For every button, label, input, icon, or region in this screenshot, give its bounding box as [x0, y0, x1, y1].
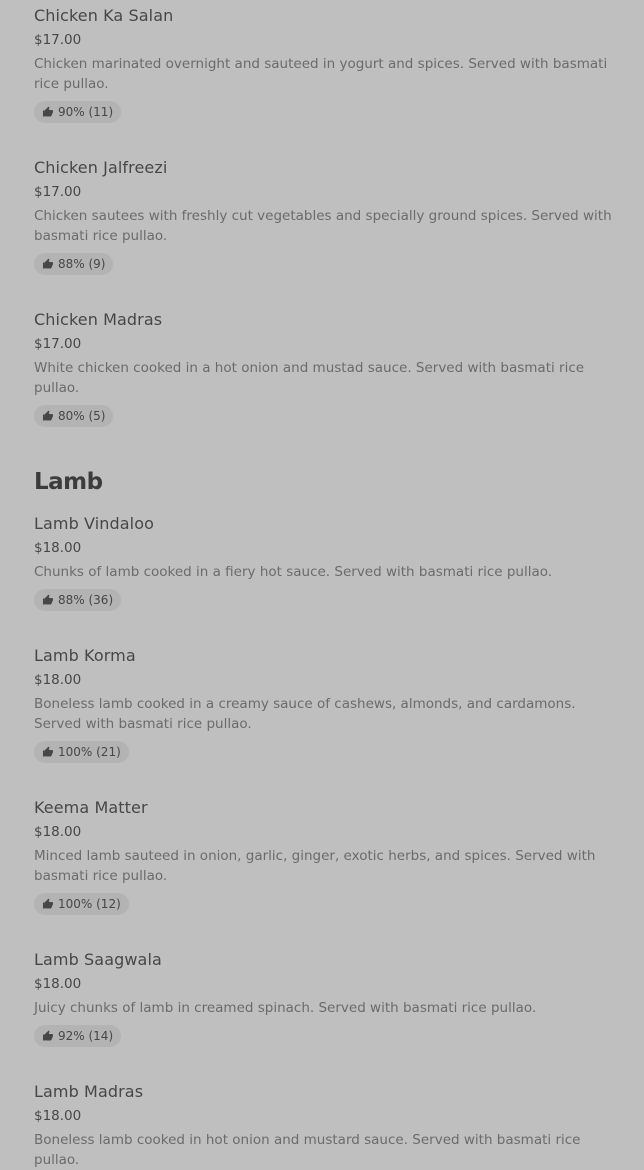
item-name: Chicken Ka Salan	[34, 6, 174, 25]
item-price: $17.00	[34, 336, 82, 352]
rating-badge: 88% (36)	[34, 589, 122, 611]
item-price: $18.00	[34, 1108, 82, 1124]
item-description: Juicy chunks of lamb in creamed spinach.…	[34, 1000, 537, 1016]
menu-list: Chicken Ka Salan $17.00 Chicken marinate…	[0, 0, 644, 1168]
item-name: Lamb Korma	[34, 646, 136, 665]
rating-badge: 90% (11)	[34, 101, 122, 123]
thumbs-up-icon	[43, 106, 53, 117]
thumbs-up-icon	[43, 594, 53, 605]
item-name: Keema Matter	[34, 798, 148, 817]
menu-item[interactable]: Lamb Vindaloo $18.00 Chunks of lamb cook…	[34, 514, 614, 611]
item-price: $18.00	[34, 824, 82, 840]
item-description: Boneless lamb cooked in hot onion and mu…	[34, 1132, 581, 1168]
rating-text: 90% (11)	[58, 105, 114, 119]
rating-badge: 80% (5)	[34, 405, 114, 427]
item-description: Chicken marinated overnight and sauteed …	[34, 56, 608, 92]
rating-badge: 100% (21)	[34, 741, 129, 763]
item-name: Lamb Vindaloo	[34, 514, 155, 533]
menu-item[interactable]: Lamb Madras $18.00 Boneless lamb cooked …	[34, 1082, 614, 1170]
menu-item[interactable]: Chicken Madras $17.00 White chicken cook…	[34, 310, 614, 427]
item-description: Chunks of lamb cooked in a fiery hot sau…	[34, 564, 553, 580]
item-description: White chicken cooked in a hot onion and …	[34, 360, 585, 396]
item-price: $17.00	[34, 32, 82, 48]
thumbs-up-icon	[43, 410, 53, 421]
item-price: $17.00	[34, 184, 82, 200]
item-name: Lamb Madras	[34, 1082, 144, 1101]
rating-badge: 92% (14)	[34, 1025, 122, 1047]
menu-item[interactable]: Keema Matter $18.00 Minced lamb sauteed …	[34, 798, 614, 915]
section-title-lamb: Lamb	[34, 469, 103, 495]
thumbs-up-icon	[43, 746, 53, 757]
item-name: Lamb Saagwala	[34, 950, 162, 969]
item-price: $18.00	[34, 540, 82, 556]
item-price: $18.00	[34, 672, 82, 688]
rating-text: 92% (14)	[58, 1029, 114, 1043]
thumbs-up-icon	[43, 258, 53, 269]
menu-item[interactable]: Lamb Korma $18.00 Boneless lamb cooked i…	[34, 646, 614, 763]
menu-item[interactable]: Lamb Saagwala $18.00 Juicy chunks of lam…	[34, 950, 614, 1047]
item-description: Chicken sautees with freshly cut vegetab…	[34, 208, 612, 244]
rating-badge: 88% (9)	[34, 253, 114, 275]
item-name: Chicken Madras	[34, 310, 163, 329]
thumbs-up-icon	[43, 898, 53, 909]
menu-item[interactable]: Chicken Jalfreezi $17.00 Chicken sautees…	[34, 158, 614, 275]
item-name: Chicken Jalfreezi	[34, 158, 168, 177]
menu-item[interactable]: Chicken Ka Salan $17.00 Chicken marinate…	[34, 6, 614, 123]
rating-text: 80% (5)	[58, 409, 106, 423]
thumbs-up-icon	[43, 1030, 53, 1041]
rating-text: 88% (36)	[58, 593, 114, 607]
rating-badge: 100% (12)	[34, 893, 129, 915]
rating-text: 88% (9)	[58, 257, 106, 271]
item-description: Minced lamb sauteed in onion, garlic, gi…	[34, 848, 596, 884]
item-price: $18.00	[34, 976, 82, 992]
rating-text: 100% (12)	[58, 897, 121, 911]
item-description: Boneless lamb cooked in a creamy sauce o…	[34, 696, 576, 732]
rating-text: 100% (21)	[58, 745, 121, 759]
